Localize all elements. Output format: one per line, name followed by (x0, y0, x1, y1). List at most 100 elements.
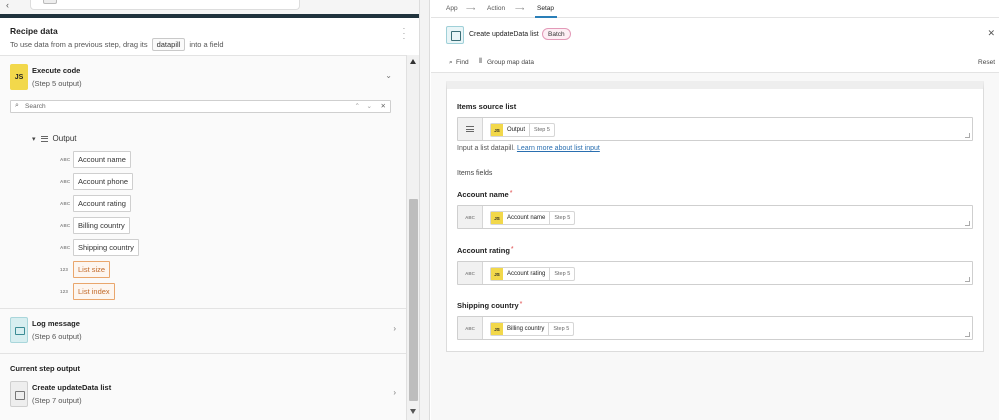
items-source-list-label: Items source list (457, 102, 517, 111)
datapill[interactable]: List index (73, 283, 115, 300)
items-source-help: Input a list datapill. Learn more about … (457, 145, 600, 152)
log-message-icon (10, 317, 28, 343)
step-execute-code[interactable]: JS Execute code (Step 5 output) ⌄ (10, 64, 396, 94)
recipe-data-scroll-area: JS Execute code (Step 5 output) ⌄ ⌕ Sear… (0, 55, 419, 420)
resize-handle-icon[interactable] (965, 277, 970, 282)
pill-label: Billing country (507, 326, 545, 332)
resize-handle-icon[interactable] (965, 133, 970, 138)
vertical-scrollbar[interactable] (406, 55, 419, 420)
pill-label: Account name (507, 215, 546, 221)
search-next-icon[interactable]: ⌄ (367, 102, 372, 110)
list-icon (40, 135, 48, 142)
list-action-icon (446, 26, 464, 44)
items-fields-label: Items fields (457, 170, 493, 177)
datapill[interactable]: Billing country (73, 217, 130, 234)
string-type-icon: ABC (60, 223, 71, 228)
billing-country-datapill[interactable]: JS Billing country Step 5 (490, 322, 575, 336)
step-subtitle: (Step 6 output) (32, 332, 82, 341)
string-type-icon: ABC (458, 206, 483, 228)
step-log-message[interactable]: Log message (Step 6 output) › (10, 317, 396, 347)
field-label: Account name (457, 190, 509, 199)
integer-type-icon: 123 (60, 267, 69, 272)
resize-handle-icon[interactable] (965, 221, 970, 226)
recipe-data-panel: ‹ Recipe data To use data from a previou… (0, 0, 420, 420)
integer-type-icon: 123 (60, 289, 69, 294)
close-icon[interactable]: ✕ (987, 28, 995, 39)
output-datapill[interactable]: JS Output Step 5 (490, 123, 555, 137)
app-root: ‹ Recipe data To use data from a previou… (0, 0, 999, 420)
find-icon[interactable]: ⌕ (449, 59, 453, 67)
account-rating-label: Account rating* (457, 246, 514, 255)
field-account-name[interactable]: ABC Account name (60, 151, 131, 168)
string-type-icon: ABC (60, 245, 71, 250)
string-type-icon: ABC (60, 157, 71, 162)
search-input[interactable]: ⌕ Search ⌃ ⌄ ✕ (10, 100, 391, 113)
crumb-app[interactable]: App (446, 5, 458, 12)
search-prev-icon[interactable]: ⌃ (355, 102, 360, 110)
resize-handle-icon[interactable] (965, 332, 970, 337)
step-header: Create updateData list Batch ✕ (431, 18, 999, 54)
hint-prefix: To use data from a previous step, drag i… (10, 40, 148, 49)
step-subtitle: (Step 7 output) (32, 396, 82, 405)
string-type-icon: ABC (60, 179, 71, 184)
items-source-list-field[interactable]: JS Output Step 5 (457, 117, 973, 141)
datapill[interactable]: Account name (73, 151, 131, 168)
find-button[interactable]: Find (456, 59, 469, 66)
required-mark: * (510, 246, 514, 253)
account-name-field[interactable]: ABC JS Account name Step 5 (457, 205, 973, 229)
pill-step: Step 5 (529, 124, 554, 136)
crumb-setup[interactable]: Setap (537, 5, 554, 12)
arrow-right-icon: ⟶ (515, 6, 525, 13)
shipping-country-field[interactable]: ABC JS Billing country Step 5 (457, 316, 973, 340)
account-rating-field[interactable]: ABC JS Account rating Step 5 (457, 261, 973, 285)
group-map-data-button[interactable]: Group map data (487, 59, 534, 66)
search-clear-icon[interactable]: ✕ (381, 102, 386, 110)
js-icon: JS (10, 64, 28, 90)
string-type-icon: ABC (60, 201, 71, 206)
chevron-down-icon[interactable]: ⌄ (385, 71, 392, 80)
output-label: Output (52, 134, 77, 143)
chevron-right-icon[interactable]: › (393, 324, 396, 333)
panel-resize-gutter[interactable] (420, 0, 430, 420)
field-list-index[interactable]: 123 List index (60, 283, 115, 300)
datapill[interactable]: Account phone (73, 173, 134, 190)
account-rating-datapill[interactable]: JS Account rating Step 5 (490, 267, 576, 281)
crumb-action[interactable]: Action (487, 5, 505, 12)
hint-suffix: into a field (189, 40, 224, 49)
back-arrow-icon[interactable]: ‹ (6, 0, 9, 10)
pill-step: Step 5 (549, 268, 574, 280)
chevron-right-icon[interactable]: › (393, 388, 396, 397)
scroll-down-icon[interactable] (410, 409, 416, 414)
required-mark: * (519, 301, 523, 308)
output-toggle[interactable]: ▾ Output (32, 134, 77, 143)
scroll-up-icon[interactable] (410, 59, 416, 64)
current-step-output-label: Current step output (10, 364, 80, 373)
field-billing-country[interactable]: ABC Billing country (60, 217, 130, 234)
account-name-datapill[interactable]: JS Account name Step 5 (490, 211, 576, 225)
divider (0, 308, 406, 309)
previous-step-card[interactable] (30, 0, 300, 10)
datapill-chip: datapill (151, 38, 186, 51)
step-setup-panel: App ⟶ Action ⟶ Setap Create updateData l… (431, 0, 999, 420)
pill-step: Step 5 (548, 323, 573, 335)
scroll-thumb[interactable] (409, 199, 418, 401)
field-label: Shipping country (457, 301, 519, 310)
learn-more-link[interactable]: Learn more about list input (517, 145, 600, 152)
datapill[interactable]: Account rating (73, 195, 131, 212)
divider (0, 353, 406, 354)
recipe-data-header: Recipe data To use data from a previous … (0, 18, 419, 55)
datapill[interactable]: List size (73, 261, 111, 278)
field-shipping-country[interactable]: ABC Shipping country (60, 239, 139, 256)
field-account-rating[interactable]: ABC Account rating (60, 195, 131, 212)
step-create-updatedata-list[interactable]: Create updateData list (Step 7 output) › (10, 381, 396, 411)
search-icon: ⌕ (15, 102, 19, 109)
field-account-phone[interactable]: ABC Account phone (60, 173, 134, 190)
search-placeholder: Search (25, 103, 46, 110)
more-options-icon[interactable]: · · · (402, 25, 406, 43)
group-icon[interactable]: ⦀ (479, 58, 482, 66)
step-title: Execute code (32, 66, 81, 75)
field-list-size[interactable]: 123 List size (60, 261, 111, 278)
reset-button[interactable]: Reset (978, 59, 995, 66)
datapill[interactable]: Shipping country (73, 239, 139, 256)
caret-down-icon: ▾ (32, 135, 36, 143)
